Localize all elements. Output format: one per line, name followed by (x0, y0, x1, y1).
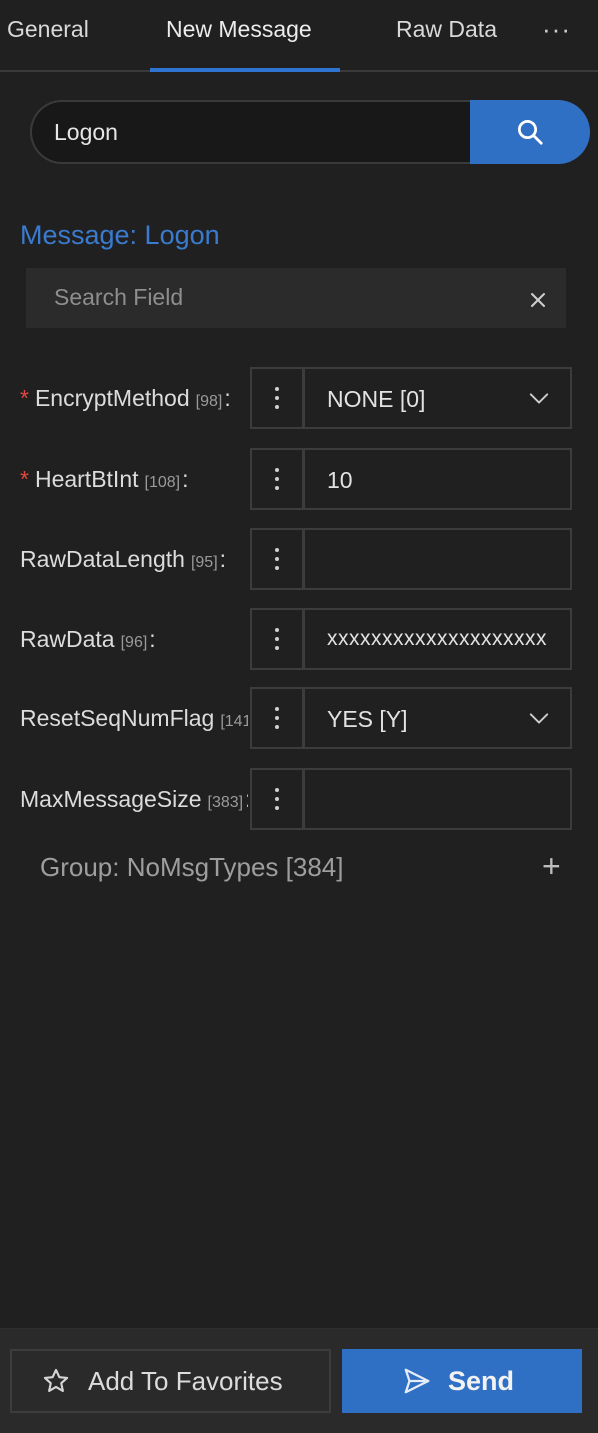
chevron-down-icon (529, 713, 549, 724)
group-nomsgtypes[interactable]: Group: NoMsgTypes [384] (40, 852, 343, 883)
kebab-menu-icon (275, 788, 279, 810)
active-tab-indicator (150, 68, 340, 72)
field-row-resetseqnumflag: ResetSeqNumFlag[141]: YES [Y] (0, 687, 598, 749)
input-value: xxxxxxxxxxxxxxxxxxxx (327, 627, 547, 650)
field-search-box[interactable]: Search Field (26, 268, 566, 328)
field-search-input[interactable]: Search Field (54, 284, 183, 311)
kebab-menu-icon (275, 387, 279, 409)
field-name: RawDataLength (20, 546, 185, 572)
select-value: YES [Y] (327, 706, 408, 732)
message-title: Message: Logon (20, 220, 220, 250)
field-row-encrypt-method: * EncryptMethod [98]: NONE [0] (0, 367, 598, 429)
field-label: RawDataLength [95]: (20, 528, 248, 590)
tab-bar: General New Message Raw Data ··· (0, 0, 598, 72)
field-colon: : (149, 626, 156, 652)
maxmessagesize-input[interactable] (303, 768, 572, 830)
search-icon (518, 120, 543, 145)
add-to-favorites-button[interactable]: Add To Favorites (10, 1349, 331, 1413)
select-value: NONE [0] (327, 386, 426, 412)
field-name: HeartBtInt (34, 466, 139, 492)
field-tag: [95] (190, 554, 218, 571)
field-options-button[interactable] (250, 608, 304, 670)
field-colon: : (182, 466, 189, 492)
close-icon[interactable] (526, 284, 550, 312)
input-value: 10 (327, 467, 353, 493)
message-search-input[interactable] (30, 100, 470, 164)
field-label: * EncryptMethod [98]: (20, 367, 248, 429)
plus-icon[interactable]: + (542, 850, 561, 882)
field-name: EncryptMethod (34, 385, 190, 411)
field-tag: [141] (220, 713, 248, 730)
heartbtint-input[interactable]: 10 (303, 448, 572, 510)
star-icon (43, 1368, 69, 1392)
ellipsis-icon[interactable]: ··· (542, 14, 571, 45)
field-row-heartbtint: * HeartBtInt [108]: 10 (0, 448, 598, 510)
search-button[interactable] (470, 100, 590, 164)
kebab-menu-icon (275, 548, 279, 570)
field-name: ResetSeqNumFlag (20, 705, 215, 731)
field-options-button[interactable] (250, 448, 304, 510)
field-label: * HeartBtInt [108]: (20, 448, 248, 510)
field-colon: : (245, 786, 248, 812)
footer-bar: Add To Favorites Send (0, 1328, 598, 1433)
field-row-rawdatalength: RawDataLength [95]: (0, 528, 598, 590)
chevron-down-icon (529, 393, 549, 404)
field-colon: : (219, 546, 227, 572)
required-marker: * (20, 385, 29, 411)
send-icon (404, 1368, 430, 1394)
field-label: RawData [96]: (20, 608, 248, 670)
field-label: ResetSeqNumFlag[141]: (20, 687, 248, 749)
encrypt-method-select[interactable]: NONE [0] (303, 367, 572, 429)
tab-raw-data[interactable]: Raw Data (396, 16, 497, 43)
field-tag: [98] (195, 393, 223, 410)
rawdata-input[interactable]: xxxxxxxxxxxxxxxxxxxx (303, 608, 572, 670)
kebab-menu-icon (275, 628, 279, 650)
send-label: Send (448, 1365, 515, 1396)
required-marker: * (20, 466, 29, 492)
field-options-button[interactable] (250, 528, 304, 590)
field-tag: [108] (144, 474, 181, 491)
kebab-menu-icon (275, 707, 279, 729)
field-row-maxmessagesize: MaxMessageSize [383]: (0, 768, 598, 830)
field-colon: : (224, 385, 231, 411)
field-row-rawdata: RawData [96]: xxxxxxxxxxxxxxxxxxxx (0, 608, 598, 670)
field-options-button[interactable] (250, 687, 304, 749)
field-name: RawData (20, 626, 115, 652)
field-label: MaxMessageSize [383]: (20, 768, 248, 830)
field-options-button[interactable] (250, 367, 304, 429)
add-to-favorites-label: Add To Favorites (88, 1365, 283, 1396)
field-tag: [383] (207, 794, 244, 811)
field-tag: [96] (120, 634, 148, 651)
message-search (30, 100, 590, 164)
rawdatalength-input[interactable] (303, 528, 572, 590)
resetseqnumflag-select[interactable]: YES [Y] (303, 687, 572, 749)
send-button[interactable]: Send (342, 1349, 582, 1413)
tab-general[interactable]: General (7, 16, 89, 43)
kebab-menu-icon (275, 468, 279, 490)
field-name: MaxMessageSize (20, 786, 202, 812)
tab-new-message[interactable]: New Message (166, 16, 312, 43)
field-options-button[interactable] (250, 768, 304, 830)
